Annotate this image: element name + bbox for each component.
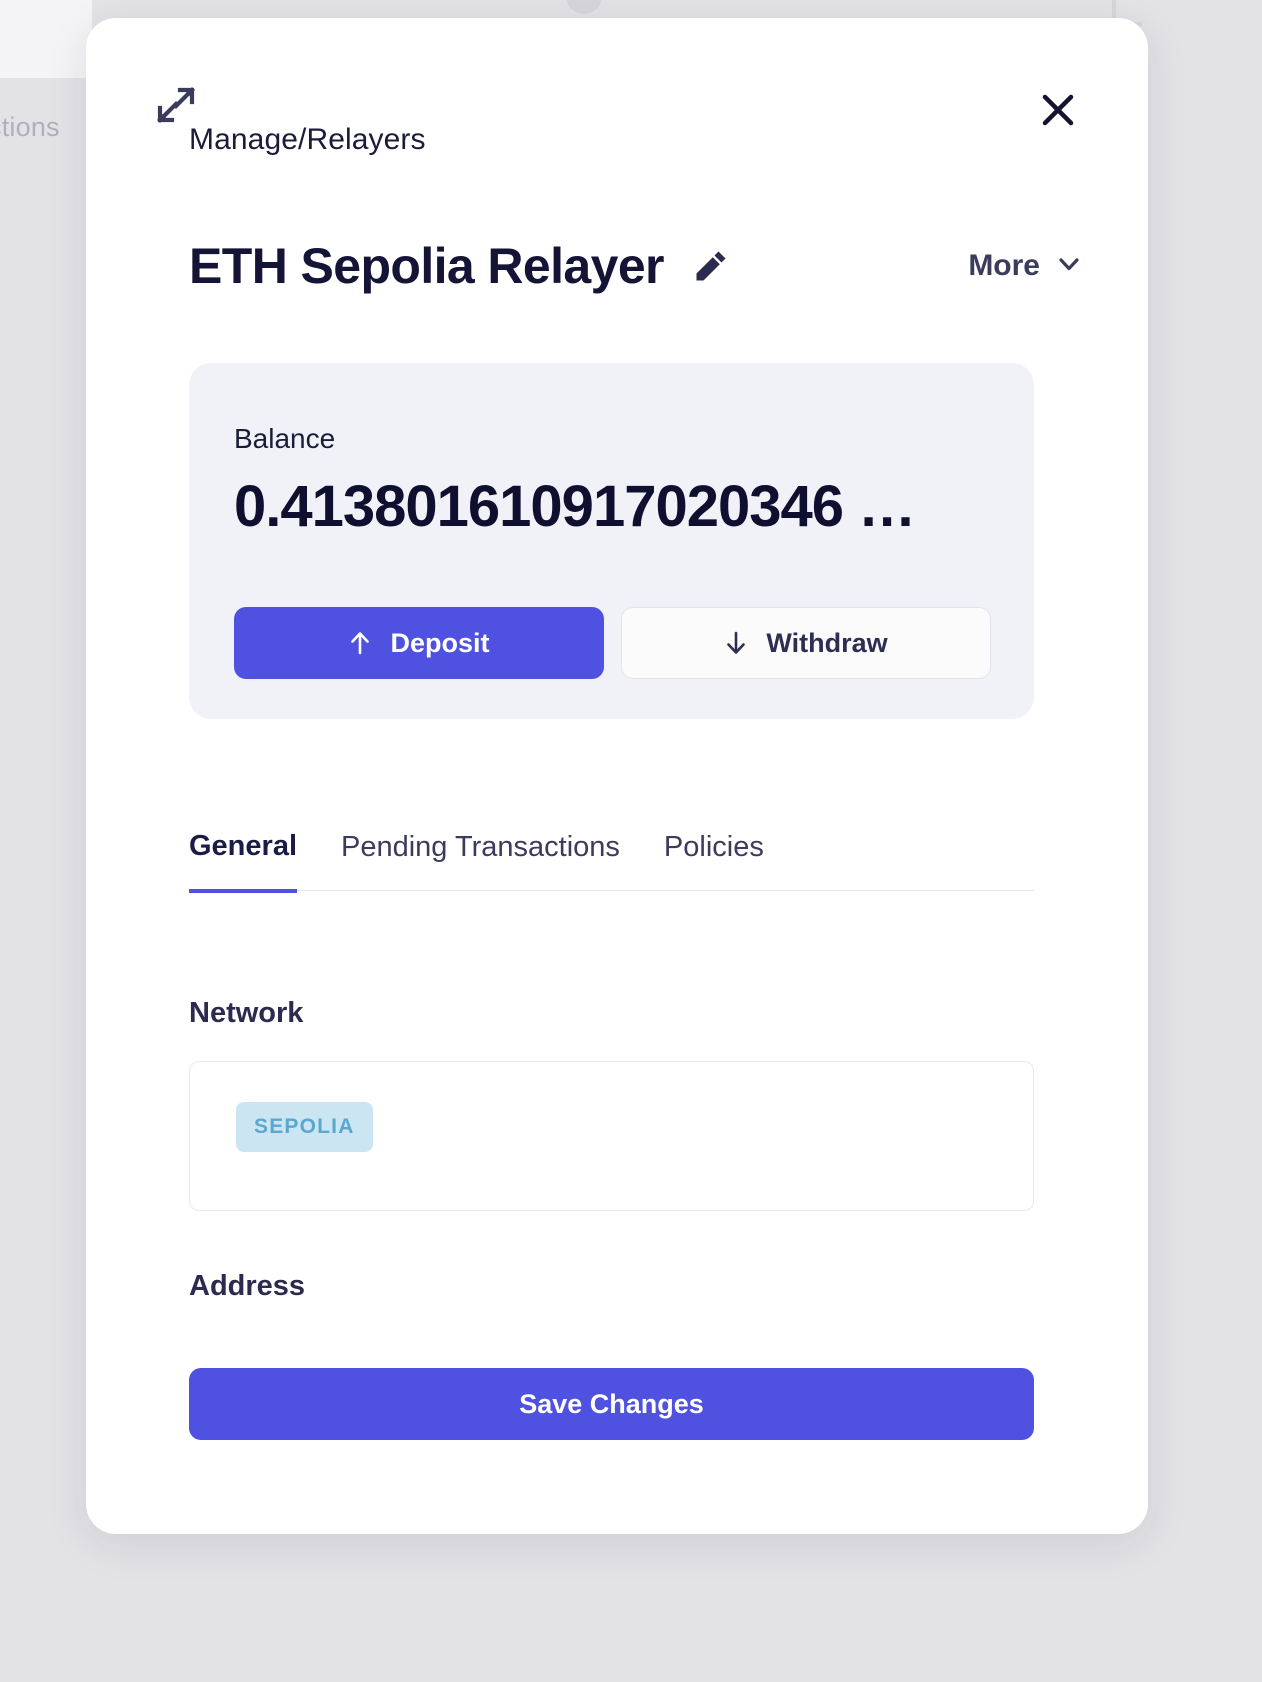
tab-bar: General Pending Transactions Policies [189,830,1034,893]
balance-card: Balance 0.413801610917020346 … Deposit W… [189,363,1034,719]
tab-pending-transactions[interactable]: Pending Transactions [341,831,620,890]
network-badge-sepolia[interactable]: SEPOLIA [236,1102,373,1152]
withdraw-label: Withdraw [766,627,888,658]
pencil-icon[interactable] [694,249,728,283]
address-label: Address [189,1270,306,1302]
deposit-button[interactable]: Deposit [234,607,604,679]
balance-value: 0.413801610917020346 … [234,474,916,539]
chevron-down-icon [1056,251,1082,282]
title-row: ETH Sepolia Relayer More [189,230,1088,302]
backdrop-partial-label: ctions [0,112,60,142]
withdraw-button[interactable]: Withdraw [621,607,991,679]
arrow-down-icon [724,630,748,656]
deposit-label: Deposit [390,627,490,658]
more-label: More [968,249,1040,282]
backdrop-top-notch [566,0,602,14]
page-title: ETH Sepolia Relayer [189,238,665,294]
expand-diagonal-icon[interactable] [154,84,196,126]
relayer-detail-modal: Manage/Relayers ETH Sepolia Relayer More… [86,18,1148,1534]
tab-general[interactable]: General [189,830,297,893]
tab-policies[interactable]: Policies [664,831,764,890]
network-field[interactable]: SEPOLIA [189,1061,1034,1211]
more-dropdown[interactable]: More [968,249,1088,283]
breadcrumb[interactable]: Manage/Relayers [189,123,426,157]
save-changes-button[interactable]: Save Changes [189,1368,1034,1440]
balance-label: Balance [234,423,336,454]
arrow-up-icon [348,630,372,656]
backdrop-panel [0,0,92,78]
network-label: Network [189,997,304,1029]
close-icon[interactable] [1036,88,1080,132]
balance-actions: Deposit Withdraw [234,607,991,679]
